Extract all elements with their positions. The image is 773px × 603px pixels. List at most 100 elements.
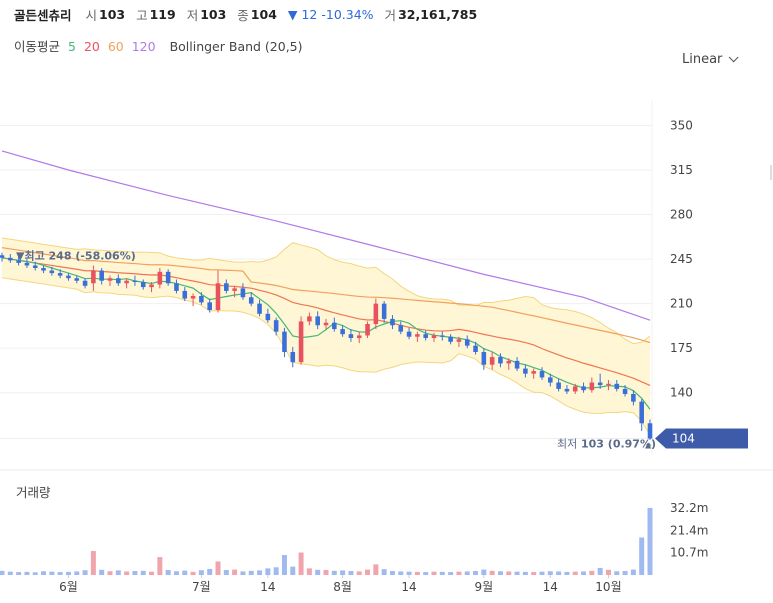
volume-bar	[340, 570, 346, 575]
candle-body	[41, 268, 46, 271]
candle-body	[215, 283, 221, 310]
volume-bar	[497, 571, 503, 575]
volume-bar	[24, 571, 30, 575]
candle-body	[257, 303, 262, 314]
candle-body	[481, 352, 487, 365]
volume-bar	[456, 571, 462, 575]
low-annotation-arrow: ▲	[645, 441, 652, 450]
candle-body	[647, 423, 653, 439]
x-tick-label: 6월	[59, 580, 78, 594]
candle-body	[390, 318, 395, 326]
volume-bar	[215, 561, 221, 575]
candle-body	[140, 282, 146, 288]
volume-bar	[182, 570, 188, 575]
candle-body	[381, 303, 387, 319]
candle-body	[199, 296, 204, 303]
volume-bar	[273, 567, 279, 575]
low-annotation-label: 최저	[557, 438, 577, 451]
candle-body	[622, 388, 628, 394]
volume-bar	[448, 572, 454, 575]
volume-bar	[630, 569, 636, 575]
candle-body	[340, 329, 345, 335]
candle-body	[49, 270, 55, 274]
candle-body	[365, 324, 370, 336]
y-tick-label: 245	[670, 252, 693, 266]
x-tick-label: 9월	[475, 580, 494, 594]
candle-body	[290, 352, 296, 363]
candle-body	[489, 357, 495, 365]
volume-bar	[365, 569, 371, 575]
candle-body	[298, 321, 304, 363]
candle-body	[24, 262, 30, 266]
volume-bar	[572, 571, 578, 575]
volume-bar	[414, 571, 420, 575]
candle-body	[589, 382, 595, 391]
volume-tick-label: 32.2m	[670, 501, 708, 515]
volume-bar	[356, 571, 362, 575]
candle-body	[132, 280, 138, 282]
candle-body	[82, 280, 88, 286]
stock-chart[interactable]: 350 315 280 245 210 175 140 ▼최고 248 (-58.06%) 최저…	[0, 0, 773, 603]
candle-body	[149, 284, 154, 288]
y-tick-label: 350	[670, 118, 693, 132]
volume-bar	[124, 571, 130, 575]
volume-bar	[41, 571, 47, 575]
candle-body	[248, 297, 254, 304]
volume-bar	[107, 571, 113, 575]
volume-bar	[389, 571, 395, 575]
candle-body	[548, 377, 553, 383]
volume-bar	[381, 569, 387, 575]
volume-bar	[398, 571, 404, 575]
volume-bar	[132, 571, 138, 575]
candle-body	[597, 382, 603, 386]
candle-body	[448, 336, 453, 342]
candle-body	[240, 288, 246, 298]
candle-body	[456, 339, 462, 342]
volume-bar	[315, 569, 321, 575]
candle-body	[464, 339, 470, 346]
candle-body	[440, 335, 445, 337]
y-tick-label: 140	[670, 386, 693, 400]
candle-body	[190, 296, 196, 299]
x-tick-label: 10월	[595, 580, 621, 594]
volume-bar	[556, 571, 562, 575]
volume-bar	[198, 570, 204, 575]
volume-bar	[90, 551, 96, 575]
candle-body	[639, 401, 644, 424]
current-price-tag	[655, 428, 748, 449]
volume-bar	[514, 571, 520, 575]
volume-bar	[140, 570, 146, 575]
candle-body	[631, 394, 636, 402]
volume-bar	[240, 571, 246, 575]
volume-bar	[74, 571, 80, 575]
candle-body	[415, 334, 420, 337]
candle-body	[273, 320, 279, 332]
volume-bar	[265, 568, 271, 575]
volume-bar	[547, 571, 553, 575]
candle-body	[348, 334, 354, 338]
candle-body	[0, 255, 5, 258]
y-tick-label: 315	[670, 163, 693, 177]
volume-bar	[49, 571, 55, 575]
volume-bar	[539, 571, 545, 575]
candle-body	[282, 331, 287, 352]
candle-body	[373, 303, 379, 324]
candle-body	[431, 335, 437, 338]
volume-bar	[331, 570, 337, 575]
candle-body	[398, 325, 404, 332]
candle-body	[356, 335, 362, 338]
candle-body	[315, 316, 320, 326]
candle-body	[506, 360, 512, 364]
candle-body	[523, 368, 528, 374]
volume-bar	[614, 571, 620, 575]
volume-tick-label: 10.7m	[670, 546, 708, 560]
volume-bar	[290, 566, 296, 575]
candle-body	[8, 257, 13, 261]
candle-body	[207, 302, 212, 310]
volume-bar	[489, 570, 495, 575]
volume-bar	[306, 568, 312, 575]
candle-body	[581, 386, 586, 391]
volume-bar	[464, 571, 470, 575]
volume-bar	[522, 571, 528, 575]
x-tick-label: 14	[260, 580, 275, 594]
